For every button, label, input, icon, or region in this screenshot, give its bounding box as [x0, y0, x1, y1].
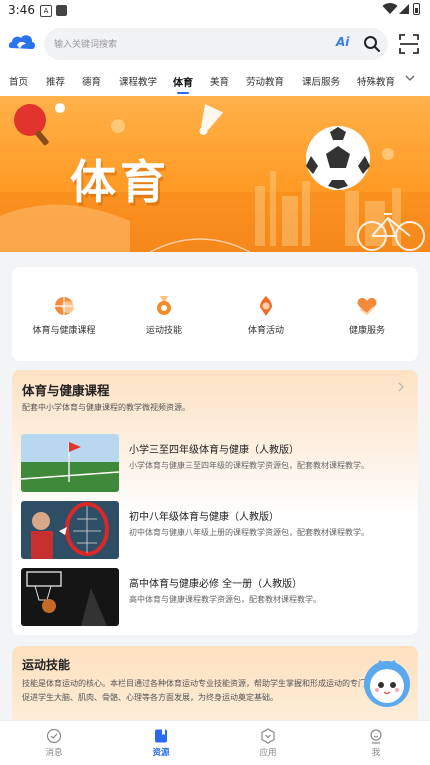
ai-assistant-button[interactable]: Ai — [336, 35, 349, 49]
quick-link-pe-health-course[interactable]: 体育与健康课程 — [19, 295, 109, 336]
app-hex-icon — [261, 728, 275, 744]
battery-icon — [413, 3, 420, 15]
book-resource-icon — [155, 729, 167, 743]
message-check-icon — [46, 728, 62, 744]
wifi-icon — [382, 3, 398, 15]
pe-health-course-section: 体育与健康课程 配套中小学体育与健康课程的教学微视频资源。 小学三至四年级体育与… — [12, 370, 418, 635]
basketball-icon — [55, 297, 74, 315]
profile-icon — [370, 729, 382, 744]
top-header: 输入关键词搜索 Ai — [0, 22, 430, 64]
quick-link-label: 健康服务 — [348, 326, 385, 336]
sport-skills-section: 运动技能 技能是体育运动的核心。本栏目通过各种体育运动专业技能资源，帮助学生掌握… — [12, 646, 418, 726]
section-description: 技能是体育运动的核心。本栏目通过各种体育运动专业技能资源，帮助学生掌握和形成运动… — [22, 679, 406, 702]
banner-title: 体育 — [70, 155, 170, 209]
section-subtitle: 配套中小学体育与健康课程的教学微视频资源。 — [22, 403, 190, 412]
nav-label: 消息 — [45, 748, 63, 758]
chevron-down-icon[interactable] — [404, 72, 416, 84]
banner-illustration — [0, 103, 430, 252]
tab-moral[interactable]: 德育 — [82, 74, 101, 88]
course-description: 高中体育与健康课程教学资源包，配套教材课程教学。 — [129, 595, 321, 604]
cloud-bird-logo-icon[interactable] — [8, 32, 36, 54]
course-description: 小学体育与健康三至四年级的课程教学资源包，配套教材课程教学。 — [129, 461, 369, 470]
shuttlecock-icon — [199, 104, 224, 135]
course-title: 高中体育与健康必修 全一册（人教版） — [129, 579, 303, 590]
notification-icon: A — [40, 5, 52, 17]
tab-curriculum[interactable]: 课程教学 — [119, 74, 157, 88]
search-bar[interactable]: 输入关键词搜索 Ai — [44, 28, 388, 60]
quick-link-health-services[interactable]: 健康服务 — [322, 295, 412, 336]
quick-link-sport-skills[interactable]: 运动技能 — [119, 295, 209, 336]
search-icon[interactable] — [363, 35, 381, 53]
soccer-ball-icon — [306, 126, 370, 190]
notification-square-icon — [56, 5, 67, 16]
course-title: 初中八年级体育与健康（人教版） — [129, 512, 279, 523]
tab-recommend[interactable]: 推荐 — [46, 74, 65, 88]
bottom-nav: 消息 资源 应用 我 — [0, 720, 430, 765]
nav-profile[interactable]: 我 — [346, 728, 406, 758]
course-item[interactable]: 初中八年级体育与健康（人教版） 初中体育与健康八年级上册的课程教学资源包，配套教… — [21, 501, 411, 561]
tab-home[interactable]: 首页 — [9, 74, 28, 88]
pe-banner: 体育 — [0, 96, 430, 252]
chevron-right-icon[interactable] — [394, 380, 408, 394]
category-tabs: 首页 推荐 德育 课程教学 体育 美育 劳动教育 课后服务 特殊教育 — [0, 64, 430, 96]
tab-labor[interactable]: 劳动教育 — [246, 74, 284, 88]
course-item[interactable]: 高中体育与健康必修 全一册（人教版） 高中体育与健康课程教学资源包，配套教材课程… — [21, 568, 411, 628]
quick-link-label: 运动技能 — [145, 326, 182, 336]
course-thumbnail — [21, 434, 119, 492]
tab-after-school[interactable]: 课后服务 — [302, 74, 340, 88]
quick-links-card: 体育与健康课程 运动技能 体育活动 健康服务 — [12, 267, 418, 361]
active-tab-indicator — [177, 92, 189, 94]
course-title: 小学三至四年级体育与健康（人教版） — [129, 445, 299, 456]
course-item[interactable]: 小学三至四年级体育与健康（人教版） 小学体育与健康三至四年级的课程教学资源包，配… — [21, 434, 411, 494]
nav-apps[interactable]: 应用 — [238, 728, 298, 758]
pingpong-paddle-icon — [14, 103, 65, 146]
heart-hands-icon — [357, 298, 377, 316]
award-ribbon-icon — [260, 296, 272, 316]
quick-link-label: 体育与健康课程 — [32, 326, 96, 336]
course-thumbnail — [21, 568, 119, 626]
nav-label: 应用 — [259, 748, 277, 758]
nav-label: 资源 — [152, 748, 170, 758]
course-description: 初中体育与健康八年级上册的课程教学资源包，配套教材课程教学。 — [129, 528, 369, 537]
course-thumbnail — [21, 501, 119, 559]
medal-icon — [157, 296, 171, 315]
section-title: 运动技能 — [22, 658, 71, 672]
nav-messages[interactable]: 消息 — [24, 728, 84, 758]
mascot-assistant-icon[interactable] — [362, 654, 412, 710]
quick-link-label: 体育活动 — [247, 326, 284, 336]
tab-art[interactable]: 美育 — [210, 74, 229, 88]
signal-icon — [399, 4, 409, 14]
status-bar: 3:46 A — [0, 0, 430, 22]
tab-pe[interactable]: 体育 — [173, 74, 193, 89]
quick-link-sport-activities[interactable]: 体育活动 — [221, 295, 311, 336]
scan-icon[interactable] — [398, 33, 420, 55]
section-title: 体育与健康课程 — [22, 383, 110, 398]
nav-resources[interactable]: 资源 — [131, 728, 191, 758]
status-time: 3:46 — [8, 3, 35, 17]
search-placeholder[interactable]: 输入关键词搜索 — [54, 37, 117, 50]
nav-label: 我 — [371, 748, 381, 758]
tab-special[interactable]: 特殊教育 — [357, 74, 395, 88]
